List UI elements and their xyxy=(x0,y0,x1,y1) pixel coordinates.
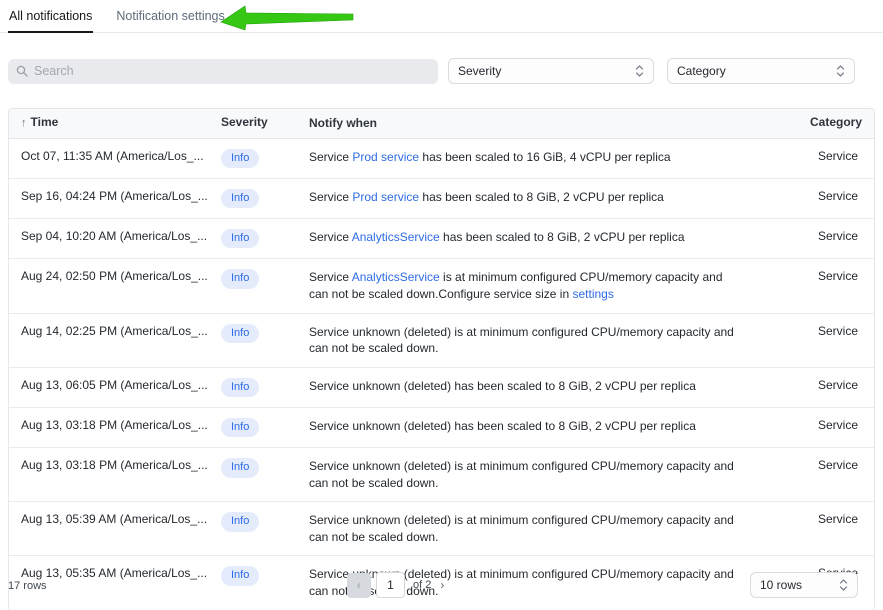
severity-badge: Info xyxy=(221,189,259,208)
table-row[interactable]: Oct 07, 11:35 AM (America/Los_... Info S… xyxy=(9,139,874,179)
severity-badge: Info xyxy=(221,378,259,397)
row-time: Sep 16, 04:24 PM (America/Los_... xyxy=(9,179,209,218)
row-message-text: Service Prod service has been scaled to … xyxy=(309,189,734,206)
filter-bar: Severity Category xyxy=(0,58,883,84)
notifications-table: ↑Time Severity Notify when Category Oct … xyxy=(8,108,875,610)
table-body: Oct 07, 11:35 AM (America/Los_... Info S… xyxy=(9,139,874,610)
service-link[interactable]: Prod service xyxy=(352,150,419,164)
table-row[interactable]: Aug 13, 03:18 PM (America/Los_... Info S… xyxy=(9,408,874,448)
row-time: Aug 24, 02:50 PM (America/Los_... xyxy=(9,259,209,312)
row-category: Service xyxy=(746,448,874,501)
column-header-time[interactable]: ↑Time xyxy=(9,109,209,138)
next-page-button[interactable]: › xyxy=(431,573,453,598)
row-message-text: Service AnalyticsService is at minimum c… xyxy=(309,269,734,302)
row-time: Oct 07, 11:35 AM (America/Los_... xyxy=(9,139,209,178)
row-category: Service xyxy=(746,179,874,218)
severity-badge: Info xyxy=(221,324,259,343)
service-link[interactable]: AnalyticsService xyxy=(352,230,440,244)
row-message-text: Service Prod service has been scaled to … xyxy=(309,149,734,166)
column-header-severity[interactable]: Severity xyxy=(209,109,297,138)
row-category: Service xyxy=(746,408,874,447)
severity-badge: Info xyxy=(221,418,259,437)
row-category: Service xyxy=(746,368,874,407)
tab-all-notifications[interactable]: All notifications xyxy=(8,0,93,32)
severity-badge: Info xyxy=(221,512,259,531)
severity-badge: Info xyxy=(221,269,259,288)
tab-bar: All notifications Notification settings xyxy=(0,0,883,33)
category-select-value: Category xyxy=(677,64,726,78)
row-message-text: Service unknown (deleted) has been scale… xyxy=(309,418,734,435)
table-row[interactable]: Aug 13, 06:05 PM (America/Los_... Info S… xyxy=(9,368,874,408)
column-header-category[interactable]: Category xyxy=(746,109,874,138)
row-category: Service xyxy=(746,502,874,555)
previous-page-button[interactable]: ‹ xyxy=(347,573,371,598)
page-size-select[interactable]: 10 rows xyxy=(750,572,858,598)
row-category: Service xyxy=(746,259,874,312)
service-link[interactable]: settings xyxy=(572,287,613,301)
row-message-text: Service unknown (deleted) is at minimum … xyxy=(309,512,734,545)
severity-badge: Info xyxy=(221,458,259,477)
row-message-text: Service unknown (deleted) is at minimum … xyxy=(309,324,734,357)
row-category: Service xyxy=(746,219,874,258)
row-category: Service xyxy=(746,139,874,178)
category-select[interactable]: Category xyxy=(667,58,855,84)
table-row[interactable]: Aug 13, 05:39 AM (America/Los_... Info S… xyxy=(9,502,874,556)
total-row-count: 17 rows xyxy=(8,580,47,592)
row-time: Aug 13, 03:18 PM (America/Los_... xyxy=(9,408,209,447)
row-message-text: Service unknown (deleted) has been scale… xyxy=(309,378,734,395)
page-count-label: of 2 xyxy=(413,579,431,591)
severity-select-value: Severity xyxy=(458,64,501,78)
table-footer: 17 rows ‹ of 2 › 10 rows xyxy=(0,572,883,602)
table-row[interactable]: Aug 14, 02:25 PM (America/Los_... Info S… xyxy=(9,314,874,368)
table-header: ↑Time Severity Notify when Category xyxy=(9,109,874,139)
row-category: Service xyxy=(746,314,874,367)
search-box[interactable] xyxy=(8,59,438,84)
tab-notification-settings[interactable]: Notification settings xyxy=(115,0,225,32)
row-time: Aug 13, 05:39 AM (America/Los_... xyxy=(9,502,209,555)
severity-select[interactable]: Severity xyxy=(448,58,654,84)
search-icon xyxy=(16,65,28,77)
chevron-updown-icon xyxy=(635,64,644,78)
page-number-input[interactable] xyxy=(376,572,405,598)
row-time: Aug 13, 03:18 PM (America/Los_... xyxy=(9,448,209,501)
severity-badge: Info xyxy=(221,149,259,168)
column-header-notify-when[interactable]: Notify when xyxy=(297,109,746,138)
table-row[interactable]: Sep 16, 04:24 PM (America/Los_... Info S… xyxy=(9,179,874,219)
pagination: ‹ of 2 › xyxy=(347,572,453,598)
row-time: Aug 13, 06:05 PM (America/Los_... xyxy=(9,368,209,407)
search-input[interactable] xyxy=(34,64,430,78)
row-message-text: Service AnalyticsService has been scaled… xyxy=(309,229,734,246)
chevron-updown-icon xyxy=(836,64,845,78)
table-row[interactable]: Sep 04, 10:20 AM (America/Los_... Info S… xyxy=(9,219,874,259)
page-size-value: 10 rows xyxy=(760,578,802,592)
service-link[interactable]: Prod service xyxy=(352,190,419,204)
notifications-page: All notifications Notification settings … xyxy=(0,0,883,610)
row-time: Sep 04, 10:20 AM (America/Los_... xyxy=(9,219,209,258)
table-row[interactable]: Aug 24, 02:50 PM (America/Los_... Info S… xyxy=(9,259,874,313)
green-arrow-annotation xyxy=(219,4,355,32)
severity-badge: Info xyxy=(221,229,259,248)
chevron-updown-icon xyxy=(839,578,848,592)
table-row[interactable]: Aug 13, 03:18 PM (America/Los_... Info S… xyxy=(9,448,874,502)
row-message-text: Service unknown (deleted) is at minimum … xyxy=(309,458,734,491)
sort-ascending-icon: ↑ xyxy=(21,117,27,129)
service-link[interactable]: AnalyticsService xyxy=(352,270,440,284)
row-time: Aug 14, 02:25 PM (America/Los_... xyxy=(9,314,209,367)
